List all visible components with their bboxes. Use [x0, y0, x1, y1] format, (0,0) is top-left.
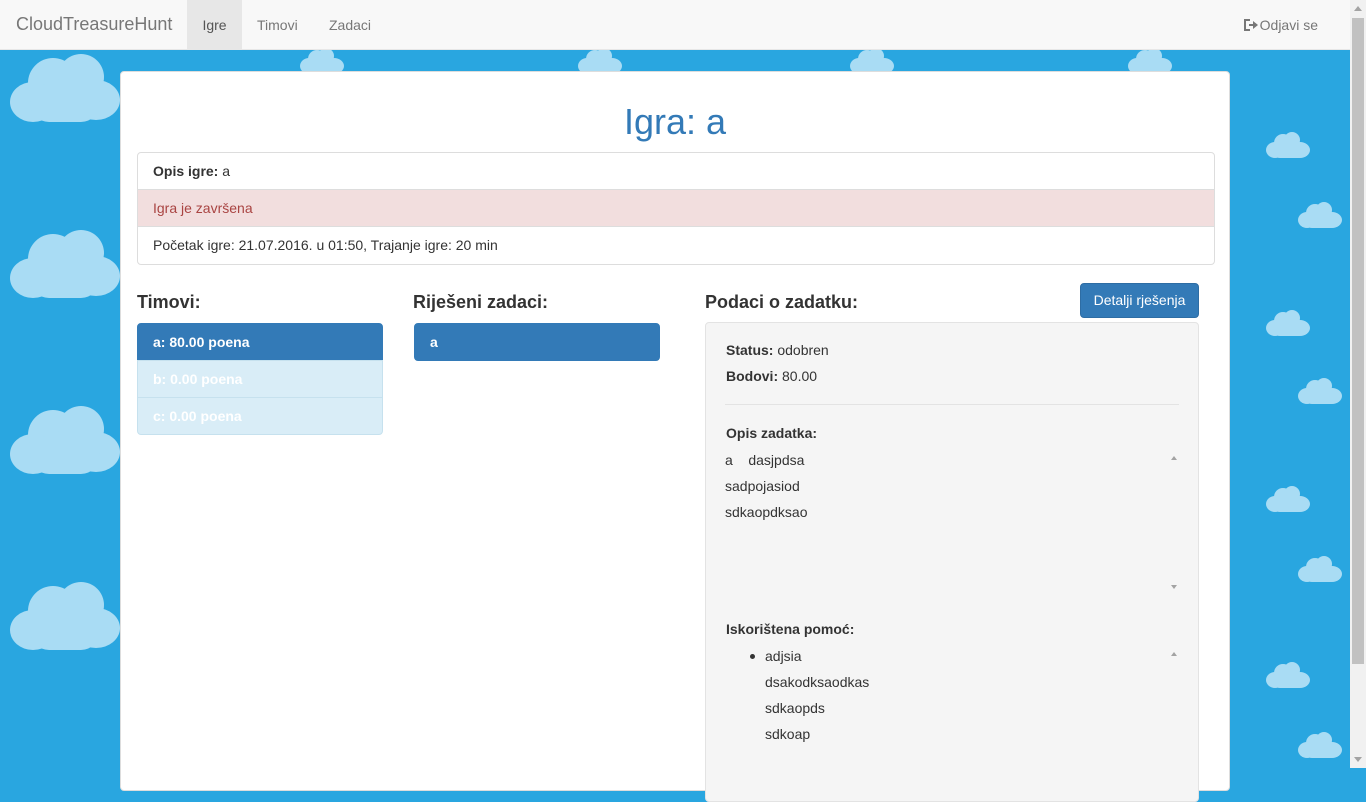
cloud-decoration — [10, 54, 120, 124]
task-description-scrollbox[interactable]: a dasjpdsa sadpojasiod sdkaopdksao — [725, 447, 1179, 597]
task-description-label: Opis zadatka: — [726, 425, 818, 441]
page-scrollbar[interactable] — [1350, 0, 1366, 768]
game-description-value: a — [222, 163, 231, 179]
team-item-a[interactable]: a: 80.00 poena — [137, 323, 383, 361]
list-item: dsakodksaodkas — [765, 674, 870, 690]
teams-heading: Timovi: — [137, 292, 201, 312]
cloud-decoration — [1298, 378, 1342, 404]
game-timing-row: Početak igre: 21.07.2016. u 01:50, Traja… — [153, 237, 498, 253]
nav-item-igre[interactable]: Igre — [187, 0, 242, 50]
used-help-list: adjsia dsakodksaodkas sdkaopds sdkoap — [725, 643, 1179, 747]
cloud-decoration — [1266, 662, 1310, 688]
cloud-decoration — [1266, 310, 1310, 336]
page-title: Igra: a — [623, 101, 727, 142]
logout-link[interactable]: Odjavi se — [1243, 0, 1318, 50]
task-status-label: Status: — [726, 342, 774, 358]
task-description-line: sdkaopdksao — [725, 504, 808, 520]
used-help-label: Iskorištena pomoć: — [726, 621, 855, 637]
cloud-decoration — [10, 230, 120, 300]
task-details-well: Status: odobren Bodovi: 80.00 Opis zadat… — [705, 322, 1199, 802]
cloud-decoration — [10, 406, 120, 476]
cloud-decoration — [1298, 732, 1342, 758]
scroll-down-icon[interactable] — [1354, 757, 1362, 762]
nav-item-zadaci[interactable]: Zadaci — [314, 0, 386, 50]
game-info-list: Opis igre: a Igra je završena Početak ig… — [137, 152, 1215, 265]
scroll-up-icon[interactable] — [1171, 456, 1177, 460]
list-item: adjsia — [750, 643, 1179, 669]
main-panel: Igra: a Opis igre: a Igra je završena Po… — [120, 71, 1230, 802]
cloud-decoration — [10, 582, 120, 652]
scrollbar-thumb[interactable] — [1352, 18, 1364, 664]
list-item: sdkoap — [765, 726, 811, 742]
task-status-value: odobren — [777, 342, 829, 358]
team-item-c[interactable]: c: 0.00 poena — [137, 397, 383, 435]
logout-label: Odjavi se — [1259, 17, 1318, 33]
task-points-label: Bodovi: — [726, 368, 779, 384]
sign-out-icon — [1243, 19, 1258, 31]
team-item-b[interactable]: b: 0.00 poena — [137, 360, 383, 398]
solved-tasks-heading: Riješeni zadaci: — [413, 292, 549, 312]
task-status-line: Status: odobren — [726, 342, 829, 358]
nav-item-timovi[interactable]: Timovi — [242, 0, 313, 50]
task-points-value: 80.00 — [782, 368, 818, 384]
cloud-decoration — [1298, 556, 1342, 582]
cloud-decoration — [1298, 202, 1342, 228]
task-points-line: Bodovi: 80.00 — [726, 368, 817, 384]
used-help-scrollbox[interactable]: adjsia dsakodksaodkas sdkaopds sdkoap — [725, 643, 1179, 783]
divider — [725, 404, 1179, 405]
cloud-decoration — [1266, 132, 1310, 158]
list-item: sdkaopds — [765, 700, 825, 716]
task-description-line: a dasjpdsa — [725, 452, 805, 468]
game-description-label: Opis igre: — [153, 163, 219, 179]
brand-link[interactable]: CloudTreasureHunt — [16, 14, 172, 35]
task-data-heading: Podaci o zadatku: — [705, 292, 859, 312]
game-description-row: Opis igre: a — [138, 153, 1214, 190]
scroll-up-icon[interactable] — [1354, 6, 1362, 11]
cloud-decoration — [1266, 486, 1310, 512]
task-description-line: sadpojasiod — [725, 478, 800, 494]
top-navbar: CloudTreasureHunt Igre Timovi Zadaci Odj… — [0, 0, 1350, 50]
scroll-up-icon[interactable] — [1171, 652, 1177, 656]
solved-task-item-a[interactable]: a — [414, 323, 660, 361]
scroll-down-icon[interactable] — [1171, 585, 1177, 589]
teams-list: a: 80.00 poena b: 0.00 poena c: 0.00 poe… — [137, 323, 383, 435]
solution-details-button[interactable]: Detalji rješenja — [1080, 283, 1199, 318]
game-status-alert: Igra je završena — [138, 190, 1214, 227]
solved-tasks-list: a — [414, 323, 660, 361]
